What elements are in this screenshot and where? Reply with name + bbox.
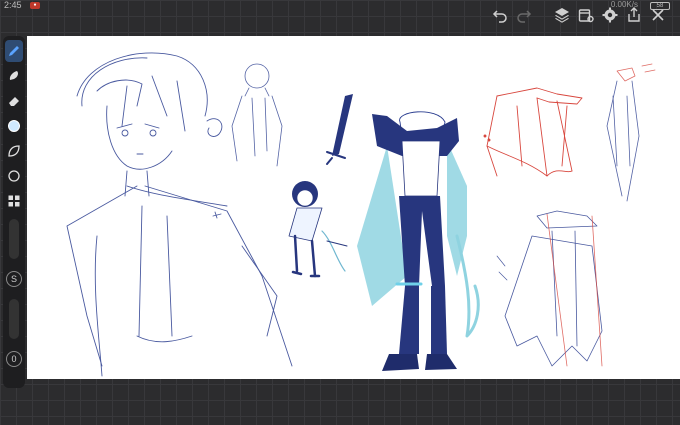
- smudge-tool[interactable]: [5, 65, 23, 87]
- gear-icon: [602, 7, 618, 23]
- undo-button[interactable]: [488, 3, 512, 27]
- close-button[interactable]: [646, 3, 670, 27]
- smudge-icon: [9, 71, 18, 80]
- recording-indicator: ●: [30, 2, 40, 9]
- status-time: 2:45: [4, 0, 22, 10]
- colored-figure-design: [357, 111, 480, 371]
- eraser-tool[interactable]: [5, 90, 23, 112]
- eraser-icon: [9, 97, 19, 106]
- redo-button[interactable]: [512, 3, 536, 27]
- grid-tool[interactable]: [5, 190, 23, 212]
- circle-select-icon: [8, 170, 20, 182]
- share-button[interactable]: [622, 3, 646, 27]
- sword-sketch: [326, 94, 353, 165]
- shape-tool[interactable]: [5, 140, 23, 162]
- red-guide-lines: [546, 213, 603, 367]
- small-bust-sketch: [231, 63, 283, 167]
- leaf-icon: [8, 145, 20, 157]
- size-button[interactable]: S: [6, 271, 22, 287]
- share-icon: [628, 7, 640, 22]
- layers-icon: [555, 8, 569, 23]
- drawing-canvas[interactable]: [27, 36, 680, 379]
- grid-icon: [8, 195, 20, 207]
- settings-button[interactable]: [598, 3, 622, 27]
- color-swatch-icon: [8, 120, 20, 132]
- large-figure-sketch: [66, 52, 293, 377]
- left-toolbar: S 0: [3, 36, 25, 388]
- brush-size-slider[interactable]: [9, 219, 19, 259]
- redo-icon: [517, 10, 532, 23]
- side-view-sketch: [606, 63, 656, 202]
- color-picker[interactable]: [5, 115, 23, 137]
- gallery-icon: [578, 9, 594, 23]
- opacity-button[interactable]: 0: [6, 351, 22, 367]
- close-icon: [652, 9, 664, 21]
- chibi-character-sketch: [288, 181, 348, 278]
- red-cape-sketch: [483, 87, 583, 177]
- brush-tool[interactable]: [5, 40, 23, 62]
- top-toolbar: [488, 2, 680, 28]
- layers-button[interactable]: [550, 3, 574, 27]
- lasso-tool[interactable]: [5, 165, 23, 187]
- undo-icon: [492, 10, 507, 23]
- brush-icon: [9, 46, 19, 56]
- gallery-button[interactable]: [574, 3, 598, 27]
- sketch-artwork: [66, 52, 656, 377]
- opacity-slider[interactable]: [9, 299, 19, 339]
